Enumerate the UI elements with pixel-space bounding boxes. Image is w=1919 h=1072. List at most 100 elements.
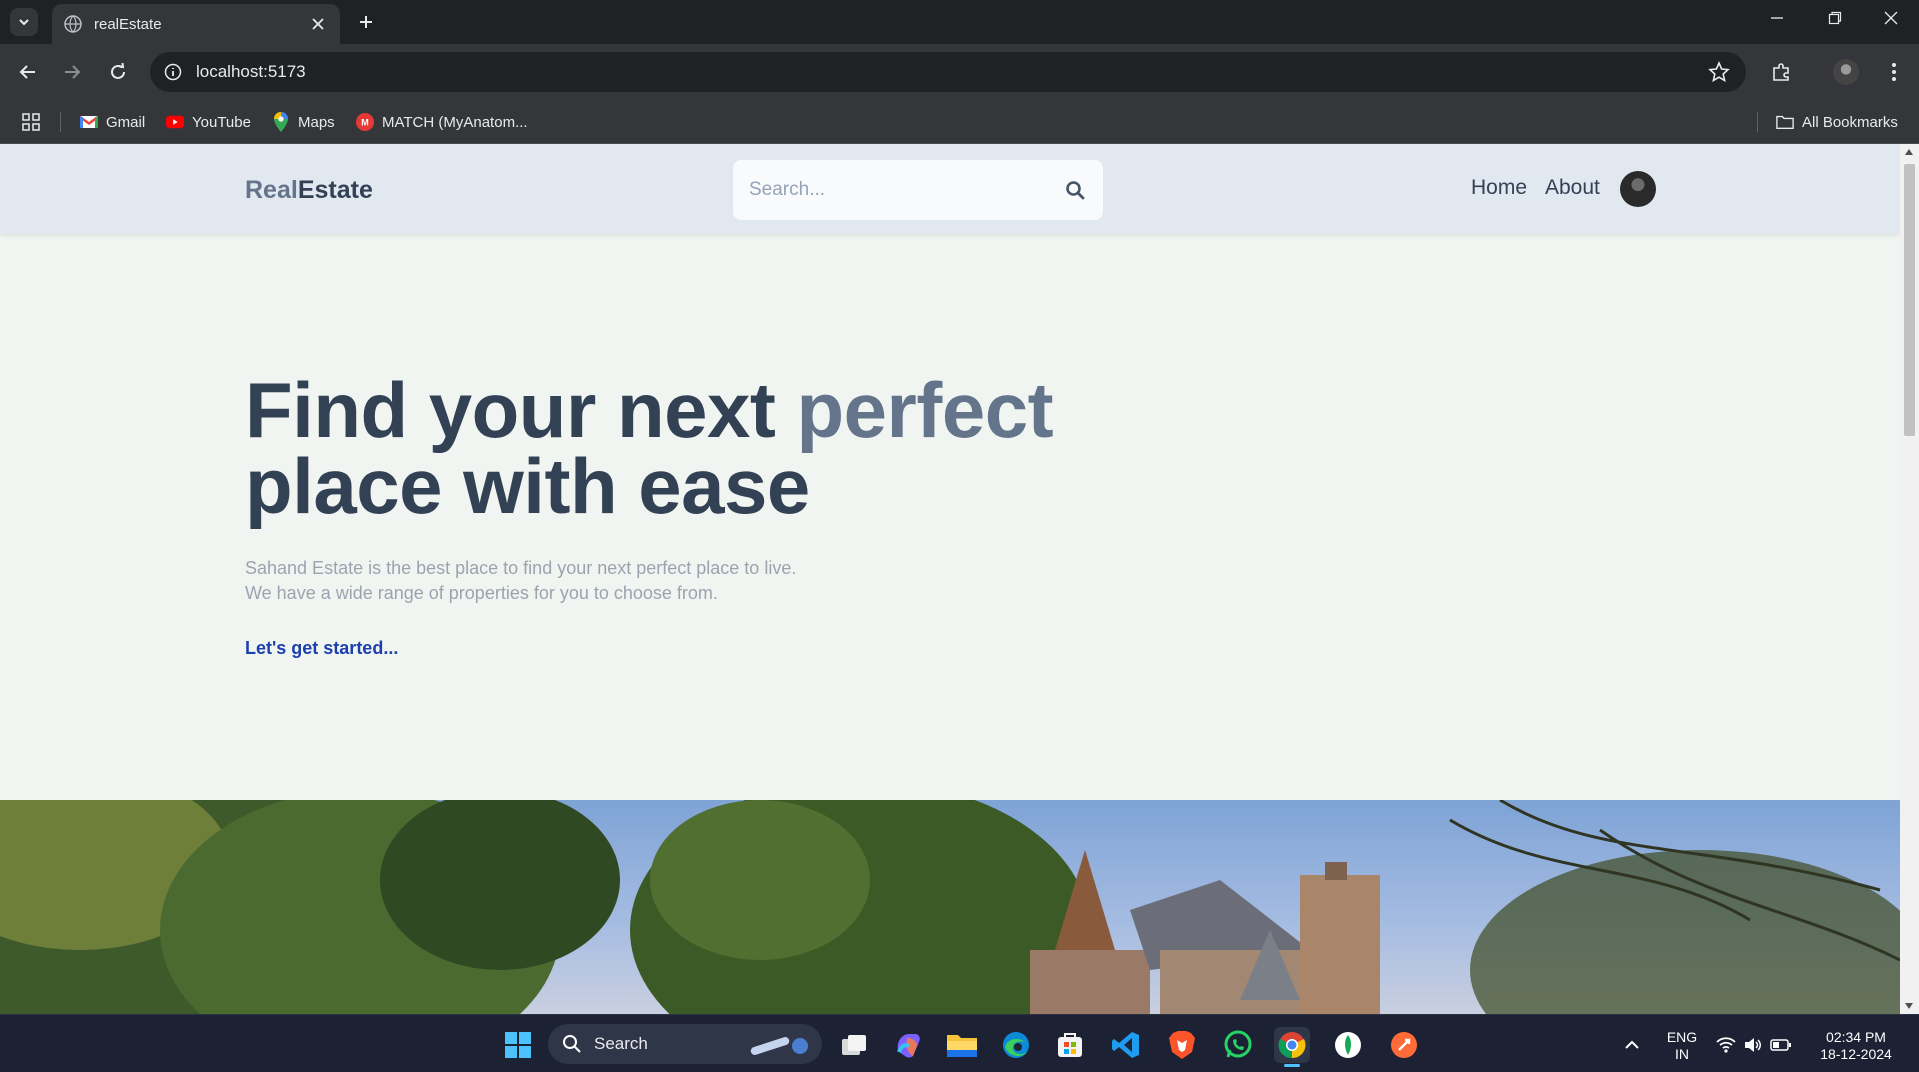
all-bookmarks-label: All Bookmarks <box>1802 113 1898 131</box>
restore-button[interactable] <box>1806 0 1864 36</box>
postman-icon[interactable] <box>1386 1027 1422 1063</box>
brave-browser-icon[interactable] <box>1164 1027 1200 1063</box>
gmail-icon <box>80 113 98 131</box>
search-highlight-icon <box>750 1037 808 1055</box>
hero-title-accent: perfect <box>796 366 1054 454</box>
language-code: ENG <box>1666 1029 1698 1045</box>
volume-icon <box>1745 1038 1761 1052</box>
search-input[interactable] <box>749 179 1063 201</box>
extensions-button[interactable] <box>1766 56 1798 88</box>
profile-button[interactable] <box>1830 56 1862 88</box>
region-code: IN <box>1675 1046 1689 1062</box>
bookmarks-divider <box>60 112 61 132</box>
scroll-up-arrow[interactable] <box>1905 149 1913 155</box>
tab-close-icon[interactable] <box>308 14 328 34</box>
edge-browser-icon[interactable] <box>998 1027 1034 1063</box>
new-tab-button[interactable] <box>352 8 380 36</box>
chrome-icon[interactable] <box>1274 1027 1310 1067</box>
system-tray-status[interactable] <box>1714 1027 1794 1063</box>
close-icon <box>1884 11 1898 25</box>
task-view-icon[interactable] <box>836 1027 872 1063</box>
mongodb-compass-icon[interactable] <box>1330 1027 1366 1063</box>
profile-avatar <box>1833 59 1859 85</box>
scroll-down-arrow[interactable] <box>1905 1003 1913 1009</box>
all-bookmarks-button[interactable]: All Bookmarks <box>1776 110 1898 134</box>
taskbar-search-label: Search <box>594 1034 648 1053</box>
forward-button[interactable] <box>56 56 88 88</box>
bookmark-label: MATCH (MyAnatom... <box>382 113 528 131</box>
match-icon: M <box>356 113 374 131</box>
url-text[interactable]: localhost:5173 <box>196 62 306 82</box>
whatsapp-icon[interactable] <box>1220 1027 1256 1063</box>
maps-icon <box>272 112 290 132</box>
nav-about-link[interactable]: About <box>1545 176 1600 200</box>
chevron-up-icon <box>1625 1040 1639 1049</box>
microsoft-store-icon[interactable] <box>1052 1027 1088 1063</box>
site-info-icon[interactable] <box>164 63 182 81</box>
bookmark-label: Gmail <box>106 113 146 131</box>
bookmarks-divider-right <box>1757 112 1758 132</box>
windows-taskbar: Search ENG IN 02:34 PM 18-12-2024 <box>0 1014 1919 1072</box>
hero-title-line2: place with ease <box>245 442 810 530</box>
nav-home-link[interactable]: Home <box>1471 176 1527 200</box>
clock-date: 18-12-2024 <box>1820 1046 1892 1062</box>
search-icon[interactable] <box>1063 178 1087 202</box>
vscode-icon[interactable] <box>1108 1027 1144 1063</box>
battery-icon <box>1770 1039 1791 1051</box>
svg-text:M: M <box>361 118 369 128</box>
logo-part-estate: Estate <box>297 176 373 204</box>
search-form <box>733 160 1103 220</box>
minimize-icon <box>1771 17 1783 19</box>
folder-icon <box>1776 113 1794 131</box>
copilot-icon[interactable] <box>890 1027 926 1063</box>
address-bar[interactable]: localhost:5173 <box>150 52 1746 92</box>
wifi-icon <box>1716 1037 1736 1053</box>
bookmark-star-icon[interactable] <box>1708 61 1730 83</box>
arrow-right-icon <box>65 65 81 79</box>
youtube-icon <box>166 113 184 131</box>
hero-subtitle-line: We have a wide range of properties for y… <box>245 583 718 603</box>
show-hidden-icons-chevron[interactable] <box>1614 1027 1650 1063</box>
windows-start-icon[interactable] <box>500 1027 536 1063</box>
tab-search-button[interactable] <box>10 8 38 36</box>
scrollbar-thumb[interactable] <box>1904 164 1915 436</box>
menu-button[interactable] <box>1878 56 1910 88</box>
page-scrollbar[interactable] <box>1900 144 1919 1014</box>
bookmark-match[interactable]: M MATCH (MyAnatom... <box>356 110 528 134</box>
bookmark-label: Maps <box>298 113 335 131</box>
language-indicator[interactable]: ENG IN <box>1664 1029 1700 1063</box>
browser-tab-bar: realEstate <box>0 0 1919 44</box>
globe-icon <box>64 15 82 33</box>
logo-part-real: Real <box>245 176 298 204</box>
apps-grid-icon <box>22 113 40 131</box>
apps-button[interactable] <box>22 110 40 134</box>
taskbar-search-box[interactable]: Search <box>548 1024 822 1064</box>
bookmark-youtube[interactable]: YouTube <box>166 110 251 134</box>
bookmark-maps[interactable]: Maps <box>272 110 335 134</box>
file-explorer-icon[interactable] <box>944 1027 980 1063</box>
search-icon <box>563 1035 581 1053</box>
back-button[interactable] <box>12 56 44 88</box>
hero-subtitle: Sahand Estate is the best place to find … <box>245 556 845 606</box>
minimize-button[interactable] <box>1748 0 1806 36</box>
browser-toolbar: localhost:5173 <box>0 44 1919 100</box>
browser-tab[interactable]: realEstate <box>52 4 340 44</box>
puzzle-icon <box>1773 63 1789 81</box>
bookmark-gmail[interactable]: Gmail <box>80 110 145 134</box>
hero-title-part: Find your next <box>245 366 797 454</box>
close-window-button[interactable] <box>1862 0 1919 36</box>
clock[interactable]: 02:34 PM 18-12-2024 <box>1810 1029 1902 1063</box>
chevron-down-icon <box>19 19 29 26</box>
hero-title: Find your next perfect place with ease <box>245 371 1054 525</box>
bookmark-label: YouTube <box>192 113 251 131</box>
get-started-link[interactable]: Let's get started... <box>245 638 398 659</box>
clock-time: 02:34 PM <box>1826 1029 1886 1045</box>
reload-button[interactable] <box>102 56 134 88</box>
active-app-indicator <box>1284 1064 1300 1067</box>
site-header: RealEstate Home About <box>0 144 1900 234</box>
arrow-left-icon <box>19 65 35 79</box>
user-avatar[interactable] <box>1620 171 1656 207</box>
site-logo[interactable]: RealEstate <box>245 176 373 205</box>
reload-icon <box>111 63 125 79</box>
restore-icon <box>1828 11 1842 25</box>
